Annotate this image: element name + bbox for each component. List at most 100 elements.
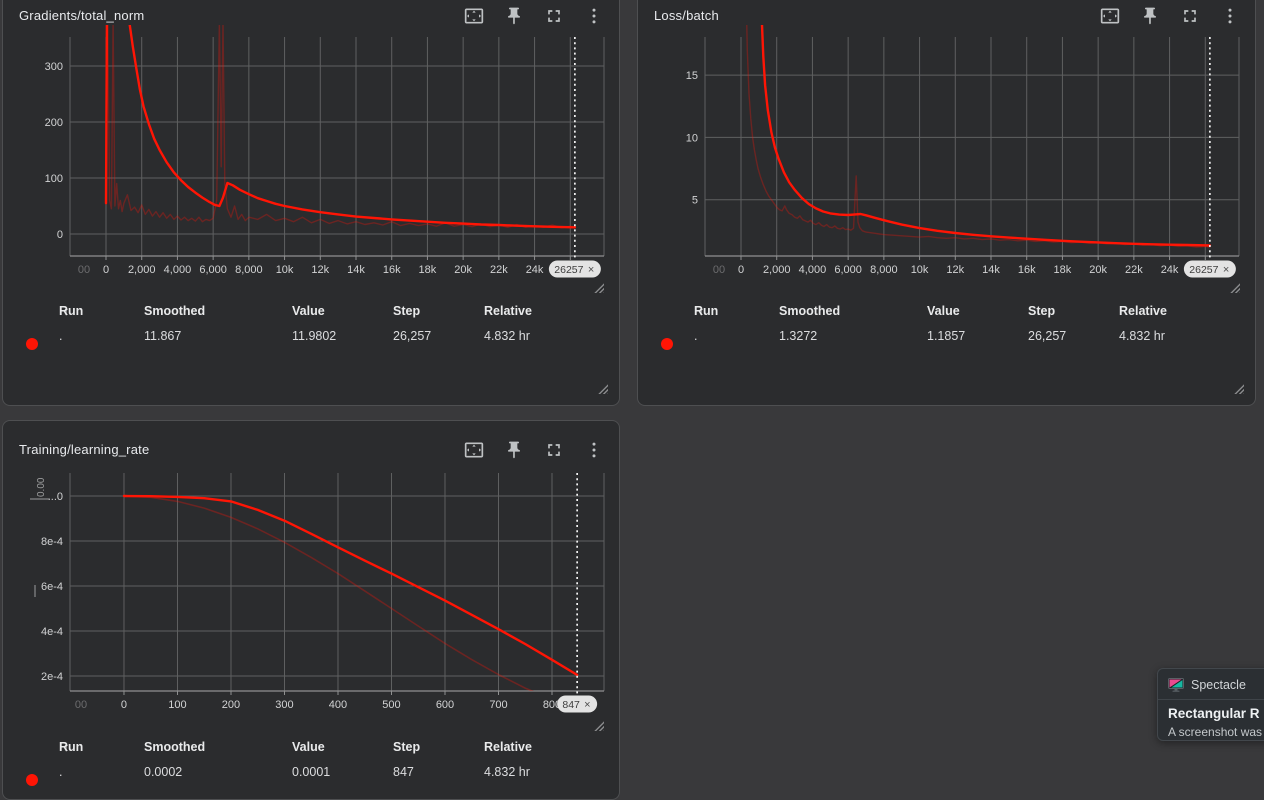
sort-asc-icon: ↑ [698,304,704,318]
run-name: . [59,329,62,343]
spectacle-app-icon [1168,678,1184,692]
svg-text:20k: 20k [454,264,472,276]
svg-text:300: 300 [275,699,293,711]
run-name: . [694,329,697,343]
line-chart-loss[interactable]: 5101502,0004,0006,0008,00010k12k14k16k18… [639,25,1251,287]
svg-text:0: 0 [738,264,744,276]
fullscreen-icon[interactable] [544,6,564,26]
svg-text:8e-4: 8e-4 [41,536,63,548]
svg-text:500: 500 [382,699,400,711]
more-options-icon[interactable] [584,440,604,460]
svg-text:12k: 12k [311,264,329,276]
svg-text:10k: 10k [911,264,929,276]
smoothed-value: 1.3272 [779,329,817,343]
col-step: Step [1028,304,1055,318]
step-value: 847 [393,765,414,779]
relative-value: 4.832 hr [484,329,530,343]
chart-toolbar [464,440,604,460]
svg-text:×: × [588,264,594,276]
sort-asc-icon: ↑ [63,304,69,318]
svg-text:...0: ...0 [48,491,63,503]
col-relative: Relative [1119,304,1167,318]
svg-text:200: 200 [45,117,63,129]
svg-text:847: 847 [562,699,580,711]
col-step: Step [393,304,420,318]
svg-text:200: 200 [222,699,240,711]
svg-text:00: 00 [75,699,87,711]
pin-icon[interactable] [504,6,524,26]
svg-text:10: 10 [686,132,698,144]
svg-text:4,000: 4,000 [164,264,192,276]
pin-icon[interactable] [1140,6,1160,26]
col-value: Value [292,304,325,318]
smoothed-value: 0.0002 [144,765,182,779]
line-chart-gradients[interactable]: 010020030002,0004,0006,0008,00010k12k14k… [4,25,616,287]
svg-text:×: × [584,699,590,711]
col-smoothed: Smoothed [144,304,205,318]
svg-text:600: 600 [436,699,454,711]
run-color-dot[interactable] [661,338,673,350]
table-header-row: Run↑ Smoothed Value Step Relative [3,304,619,322]
col-smoothed: Smoothed [779,304,840,318]
svg-text:×: × [1223,264,1229,276]
fit-to-data-icon[interactable] [464,440,484,460]
notification-popup[interactable]: Spectacle Rectangular R A screenshot was [1157,668,1264,741]
card-resize-handle[interactable] [597,383,608,394]
svg-text:0: 0 [57,229,63,241]
table-row[interactable]: . 11.867 11.9802 26,257 4.832 hr [3,329,619,347]
svg-text:8,000: 8,000 [235,264,263,276]
col-relative: Relative [484,740,532,754]
divider [1158,699,1264,700]
table-header-row: Run↑ Smoothed Value Step Relative [638,304,1255,322]
fit-to-data-icon[interactable] [464,6,484,26]
svg-text:0.00: 0.00 [36,477,47,497]
card-resize-handle[interactable] [1233,383,1244,394]
line-chart-learning-rate[interactable]: ...08e-46e-44e-42e-401002003004005006007… [4,463,616,725]
svg-text:4e-4: 4e-4 [41,626,63,638]
svg-text:14k: 14k [982,264,1000,276]
svg-text:700: 700 [489,699,507,711]
svg-text:0: 0 [121,699,127,711]
notification-app-name: Spectacle [1191,678,1246,692]
table-row[interactable]: . 0.0002 0.0001 847 4.832 hr [3,765,619,783]
svg-text:26257: 26257 [1189,264,1218,276]
svg-text:6e-4: 6e-4 [41,581,63,593]
relative-value: 4.832 hr [1119,329,1165,343]
run-color-dot[interactable] [26,338,38,350]
more-options-icon[interactable] [584,6,604,26]
svg-text:16k: 16k [383,264,401,276]
svg-text:24k: 24k [526,264,544,276]
fit-to-data-icon[interactable] [1100,6,1120,26]
svg-text:22k: 22k [1125,264,1143,276]
run-color-dot[interactable] [26,774,38,786]
col-value: Value [292,740,325,754]
notification-title: Rectangular R [1168,706,1264,721]
svg-text:00: 00 [78,264,90,276]
chart-card-learning-rate: Training/learning_rate ...0 8e-4 6e-4 4e-4 2… [2,420,620,800]
col-smoothed: Smoothed [144,740,205,754]
pin-icon[interactable] [504,440,524,460]
svg-text:100: 100 [168,699,186,711]
svg-text:8,000: 8,000 [870,264,898,276]
raw-value: 0.0001 [292,765,330,779]
svg-text:18k: 18k [1054,264,1072,276]
smoothed-value: 11.867 [144,329,181,343]
notification-header: Spectacle [1168,676,1264,694]
svg-text:6,000: 6,000 [834,264,862,276]
table-row[interactable]: . 1.3272 1.1857 26,257 4.832 hr [638,329,1255,347]
fullscreen-icon[interactable] [544,440,564,460]
svg-text:14k: 14k [347,264,365,276]
col-relative: Relative [484,304,532,318]
fullscreen-icon[interactable] [1180,6,1200,26]
svg-text:400: 400 [329,699,347,711]
svg-text:00: 00 [713,264,725,276]
sort-asc-icon: ↑ [63,740,69,754]
svg-text:6,000: 6,000 [199,264,227,276]
chart-title: Training/learning_rate [19,435,149,465]
col-value: Value [927,304,960,318]
more-options-icon[interactable] [1220,6,1240,26]
svg-text:18k: 18k [419,264,437,276]
relative-value: 4.832 hr [484,765,530,779]
svg-text:12k: 12k [946,264,964,276]
svg-text:26257: 26257 [554,264,583,276]
